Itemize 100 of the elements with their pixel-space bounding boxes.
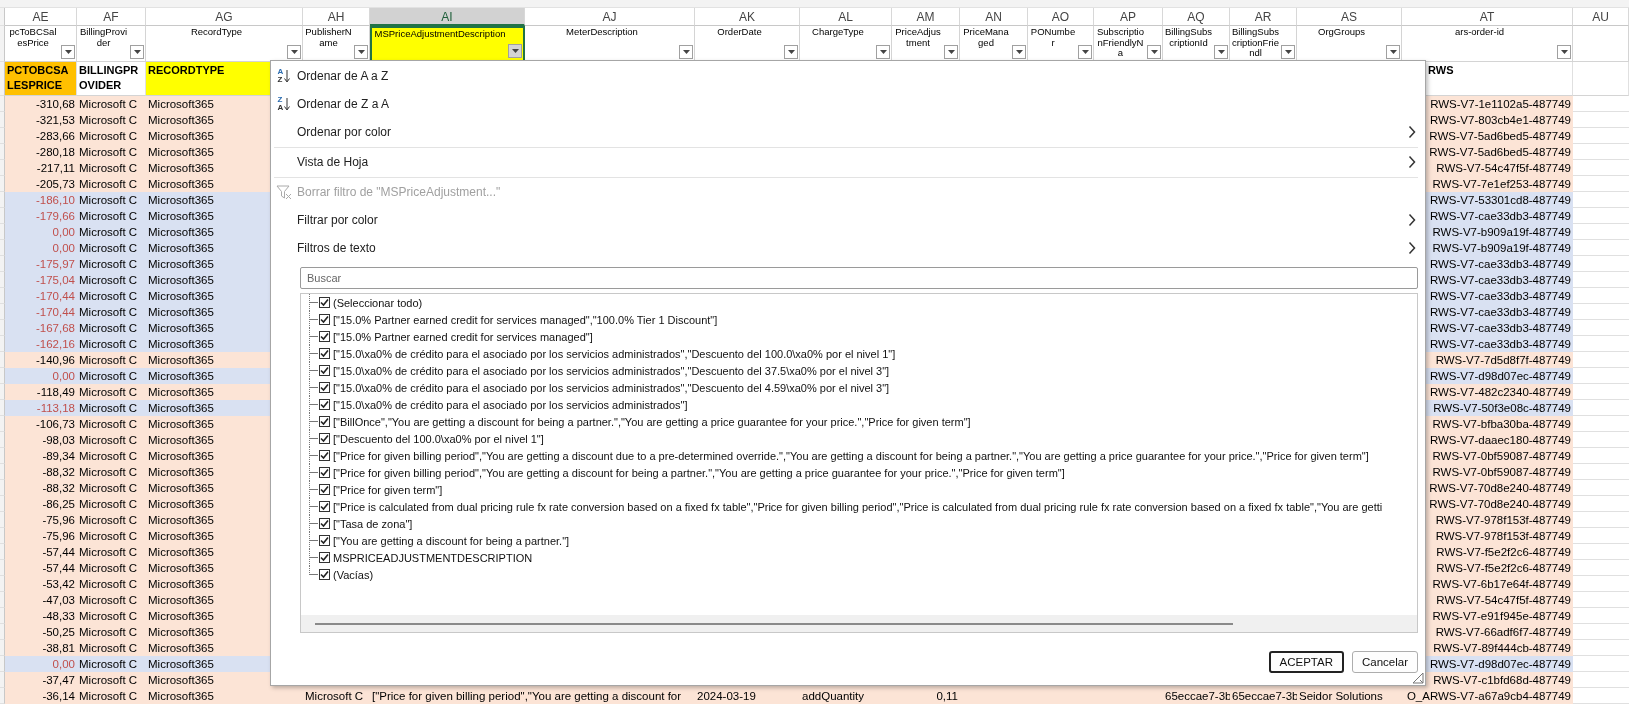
filter-dropdown-button[interactable] bbox=[1012, 45, 1026, 59]
filter-dropdown-button[interactable] bbox=[1147, 45, 1161, 59]
table-cell-text: Microsoft365 bbox=[148, 273, 214, 288]
chevron-right-icon bbox=[1408, 241, 1416, 255]
column-letter[interactable]: AH bbox=[303, 8, 370, 26]
checkbox[interactable] bbox=[319, 501, 330, 512]
table-cell-text: -280,18 bbox=[36, 145, 75, 160]
column-letter[interactable]: AL bbox=[800, 8, 892, 26]
menu-item[interactable]: Ordenar por color bbox=[274, 118, 1418, 146]
table-cell-text: -217,11 bbox=[36, 161, 75, 176]
column-letter[interactable]: AF bbox=[77, 8, 146, 26]
filter-dropdown-button[interactable] bbox=[1281, 45, 1295, 59]
value-label[interactable]: ["BillOnce","You are getting a discount for being a partner.","You are getting a price guarantee for your price.","Price for given term"] bbox=[333, 415, 971, 428]
table-cell-text: -310,68 bbox=[36, 97, 75, 112]
checkbox[interactable] bbox=[319, 552, 330, 563]
table-cell-text: Microsoft C bbox=[79, 577, 138, 592]
filter-dropdown-button[interactable] bbox=[1078, 45, 1092, 59]
column-letter[interactable]: AJ bbox=[525, 8, 695, 26]
resize-grip-icon bbox=[1412, 672, 1424, 684]
column-letter[interactable]: AE bbox=[5, 8, 77, 26]
menu-item[interactable]: Filtrar por color bbox=[274, 206, 1418, 234]
value-label[interactable]: (Vacías) bbox=[333, 568, 374, 581]
table-cell-text: -175,97 bbox=[36, 257, 75, 272]
filter-dropdown-button[interactable] bbox=[1386, 45, 1400, 59]
horizontal-scrollbar[interactable] bbox=[301, 615, 1417, 632]
table-cell-text: RWS-V7-66adf6f7-487749 bbox=[1435, 625, 1571, 640]
value-label[interactable]: ["Price for given billing period","You are getting a discount for being a partner.","You are getting a price guarantee for your price.","Price for given term"] bbox=[333, 466, 1065, 479]
table-cell-text: Microsoft365 bbox=[148, 337, 214, 352]
filter-dropdown-button[interactable] bbox=[61, 45, 75, 59]
table-cell-text: -48,33 bbox=[42, 609, 75, 624]
ok-button[interactable]: ACEPTAR bbox=[1268, 651, 1344, 673]
menu-item[interactable]: Filtros de texto bbox=[274, 234, 1418, 262]
checkbox[interactable] bbox=[319, 518, 330, 529]
value-label[interactable]: MSPRICEADJUSTMENTDESCRIPTION bbox=[333, 551, 533, 564]
caret-icon bbox=[947, 50, 955, 54]
value-label[interactable]: ["15.0\xa0% de crédito para el asociado por los servicios administrados"] bbox=[333, 398, 688, 411]
table-cell-text: RWS-V7-89f444cb-487749 bbox=[1433, 641, 1571, 656]
column-letter[interactable]: AM bbox=[892, 8, 960, 26]
column-letter[interactable]: AG bbox=[146, 8, 303, 26]
column-letter[interactable]: AR bbox=[1230, 8, 1297, 26]
value-label[interactable]: ["Price is calculated from dual pricing rule fx rate conversion based on a fixed fx table","Price for given billing period","Price is calculated from dual pricing rule fx rate conversion based on a fixed fx table","You are getti bbox=[333, 500, 1383, 513]
column-letter[interactable]: AN bbox=[960, 8, 1028, 26]
search-field[interactable]: Buscar bbox=[300, 267, 1418, 289]
checkbox[interactable] bbox=[319, 467, 330, 478]
column-letter[interactable]: AU bbox=[1573, 8, 1629, 26]
checkbox[interactable] bbox=[319, 535, 330, 546]
value-label[interactable]: ["Price for given term"] bbox=[333, 483, 443, 496]
table-cell-text: RWS-V7-5ad6bed5-487749 bbox=[1429, 145, 1571, 160]
column-letter[interactable]: AT bbox=[1402, 8, 1573, 26]
filter-dropdown-button[interactable] bbox=[130, 45, 144, 59]
value-label[interactable]: ["Descuento del 100.0\xa0% por el nivel 1"] bbox=[333, 432, 544, 445]
checkbox[interactable] bbox=[319, 450, 330, 461]
checkbox[interactable] bbox=[319, 416, 330, 427]
checkbox[interactable] bbox=[319, 314, 330, 325]
filter-dropdown-button[interactable] bbox=[944, 45, 958, 59]
filter-dropdown-button[interactable] bbox=[354, 45, 368, 59]
value-label[interactable]: ["15.0% Partner earned credit for services managed","100.0% Tier 1 Discount"] bbox=[333, 313, 718, 326]
checkbox[interactable] bbox=[319, 365, 330, 376]
column-letter[interactable]: AK bbox=[695, 8, 800, 26]
table-cell-text: -75,96 bbox=[42, 529, 75, 544]
cancel-button[interactable]: Cancelar bbox=[1351, 651, 1418, 673]
value-label[interactable]: ["Price for given billing period","You are getting a discount due to a pre-determined override.","You are getting a discount for being a partner.","You are getting a price guarantee for your price.","Price for given term"] bbox=[333, 449, 1369, 462]
caret-icon bbox=[1389, 50, 1397, 54]
column-header: RecordType bbox=[189, 27, 244, 38]
filter-dropdown-button[interactable] bbox=[679, 45, 693, 59]
filter-dropdown-button[interactable] bbox=[876, 45, 890, 59]
checkbox[interactable] bbox=[319, 297, 330, 308]
filter-dropdown-button[interactable] bbox=[287, 45, 301, 59]
table-cell-text: Microsoft365 bbox=[148, 641, 214, 656]
column-letter[interactable]: AP bbox=[1094, 8, 1163, 26]
column-header: BillingSubscriptionId bbox=[1165, 27, 1212, 48]
filter-dropdown-button[interactable] bbox=[1557, 45, 1571, 59]
value-label[interactable]: ["15.0\xa0% de crédito para el asociado por los servicios administrados","Descuento del 4.59\xa0% por el nivel 3"] bbox=[333, 381, 890, 394]
table-cell-text: -162,16 bbox=[36, 337, 75, 352]
column-letter[interactable]: AO bbox=[1028, 8, 1094, 26]
table-cell-text: Microsoft C bbox=[79, 129, 138, 144]
table-cell-text: Microsoft C bbox=[79, 433, 138, 448]
column-letter[interactable]: AQ bbox=[1163, 8, 1230, 26]
table-cell-text: RWS-V7-cae33db3-487749 bbox=[1429, 321, 1571, 336]
value-label[interactable]: ["Tasa de zona"] bbox=[333, 517, 413, 530]
checkbox[interactable] bbox=[319, 348, 330, 359]
checkbox[interactable] bbox=[319, 569, 330, 580]
checkbox[interactable] bbox=[319, 331, 330, 342]
filter-dropdown-button[interactable] bbox=[508, 44, 522, 58]
value-label[interactable]: (Seleccionar todo) bbox=[333, 296, 423, 309]
checkbox[interactable] bbox=[319, 484, 330, 495]
checkbox[interactable] bbox=[319, 399, 330, 410]
table-cell-text: RWS-V7-cae33db3-487749 bbox=[1429, 305, 1571, 320]
column-letter[interactable]: AI bbox=[370, 8, 525, 26]
checkbox[interactable] bbox=[319, 382, 330, 393]
value-label[interactable]: ["15.0\xa0% de crédito para el asociado por los servicios administrados","Descuento del 100.0\xa0% por el nivel 1"] bbox=[333, 347, 896, 360]
column-letter[interactable]: AS bbox=[1297, 8, 1402, 26]
checkbox[interactable] bbox=[319, 433, 330, 444]
caret-icon bbox=[1560, 50, 1568, 54]
filter-dropdown-button[interactable] bbox=[1214, 45, 1228, 59]
value-label[interactable]: ["15.0% Partner earned credit for services managed"] bbox=[333, 330, 593, 343]
filter-dropdown-button[interactable] bbox=[784, 45, 798, 59]
value-label[interactable]: ["You are getting a discount for being a partner."] bbox=[333, 534, 570, 547]
value-label[interactable]: ["15.0\xa0% de crédito para el asociado por los servicios administrados","Descuento del 37.5\xa0% por el nivel 3"] bbox=[333, 364, 890, 377]
menu-item[interactable]: Vista de Hoja bbox=[274, 147, 1418, 176]
